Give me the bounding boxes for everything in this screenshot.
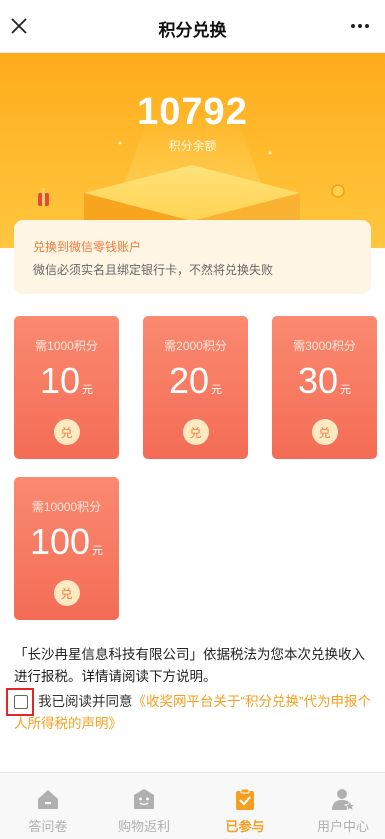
user-star-icon [332, 789, 355, 811]
redeem-button[interactable]: 兑 [182, 419, 209, 445]
redeem-button[interactable]: 兑 [53, 580, 80, 606]
reward-amount: 20 元 [168, 360, 223, 401]
clipboard-check-icon [236, 788, 254, 810]
reward-requirement: 需3000积分 [293, 339, 356, 353]
notice-description: 微信必须实名且绑定银行卡，不然将兑换失败 [33, 263, 274, 277]
nav-label: 答问卷 [28, 819, 68, 834]
nav-label: 已参与 [225, 819, 265, 834]
nav-item-questionnaire[interactable]: 答问卷 [0, 773, 96, 839]
redeem-button[interactable]: 兑 [311, 419, 338, 445]
agreement-text: 我已阅读并同意《收奖网平台关于“积分兑换”代为申报个人所得税的声明》 [14, 691, 376, 735]
reward-card-100[interactable]: 需10000积分 100 元 兑 [14, 477, 119, 620]
tax-statement: 「长沙冉星信息科技有限公司」依据税法为您本次兑换收入进行报税。详情请阅读下方说明… [14, 647, 365, 684]
nav-item-shopping-rebate[interactable]: 购物返利 [96, 773, 192, 839]
nav-label: 购物返利 [117, 819, 170, 834]
more-icon[interactable] [345, 13, 375, 39]
nav-item-user-center[interactable]: 用户中心 [295, 773, 385, 839]
agreement-checkbox-highlight [6, 688, 34, 716]
wechat-notice-card: 兑换到微信零钱账户 微信必须实名且绑定银行卡，不然将兑换失败 [14, 220, 371, 294]
agreement-checkbox[interactable] [14, 695, 28, 709]
reward-card-10[interactable]: 需1000积分 10 元 兑 [14, 316, 119, 459]
nav-item-participated[interactable]: 已参与 [197, 773, 293, 839]
reward-requirement: 需1000积分 [35, 339, 98, 353]
redeem-button[interactable]: 兑 [53, 419, 80, 445]
bottom-nav: 答问卷 购物返利 已参与 用户中心 [0, 772, 385, 839]
points-balance: 10792 [137, 91, 248, 133]
top-bar: 积分兑换 [0, 0, 385, 53]
reward-card-30[interactable]: 需3000积分 30 元 兑 [272, 316, 377, 459]
notice-title: 兑换到微信零钱账户 [33, 240, 142, 254]
reward-amount: 10 元 [39, 360, 94, 401]
reward-requirement: 需2000积分 [164, 339, 227, 353]
page-title: 积分兑换 [158, 21, 227, 40]
reward-amount: 100 元 [29, 521, 104, 562]
nav-label: 用户中心 [316, 819, 369, 834]
reward-card-20[interactable]: 需2000积分 20 元 兑 [143, 316, 248, 459]
agreement-prefix: 我已阅读并同意 [38, 694, 133, 709]
reward-amount: 30 元 [297, 360, 352, 401]
points-banner: 10792 积分余额 [0, 53, 385, 248]
shop-icon [134, 789, 154, 809]
points-balance-label: 积分余额 [168, 139, 217, 153]
reward-requirement: 需10000积分 [31, 500, 102, 514]
home-icon [38, 790, 58, 809]
